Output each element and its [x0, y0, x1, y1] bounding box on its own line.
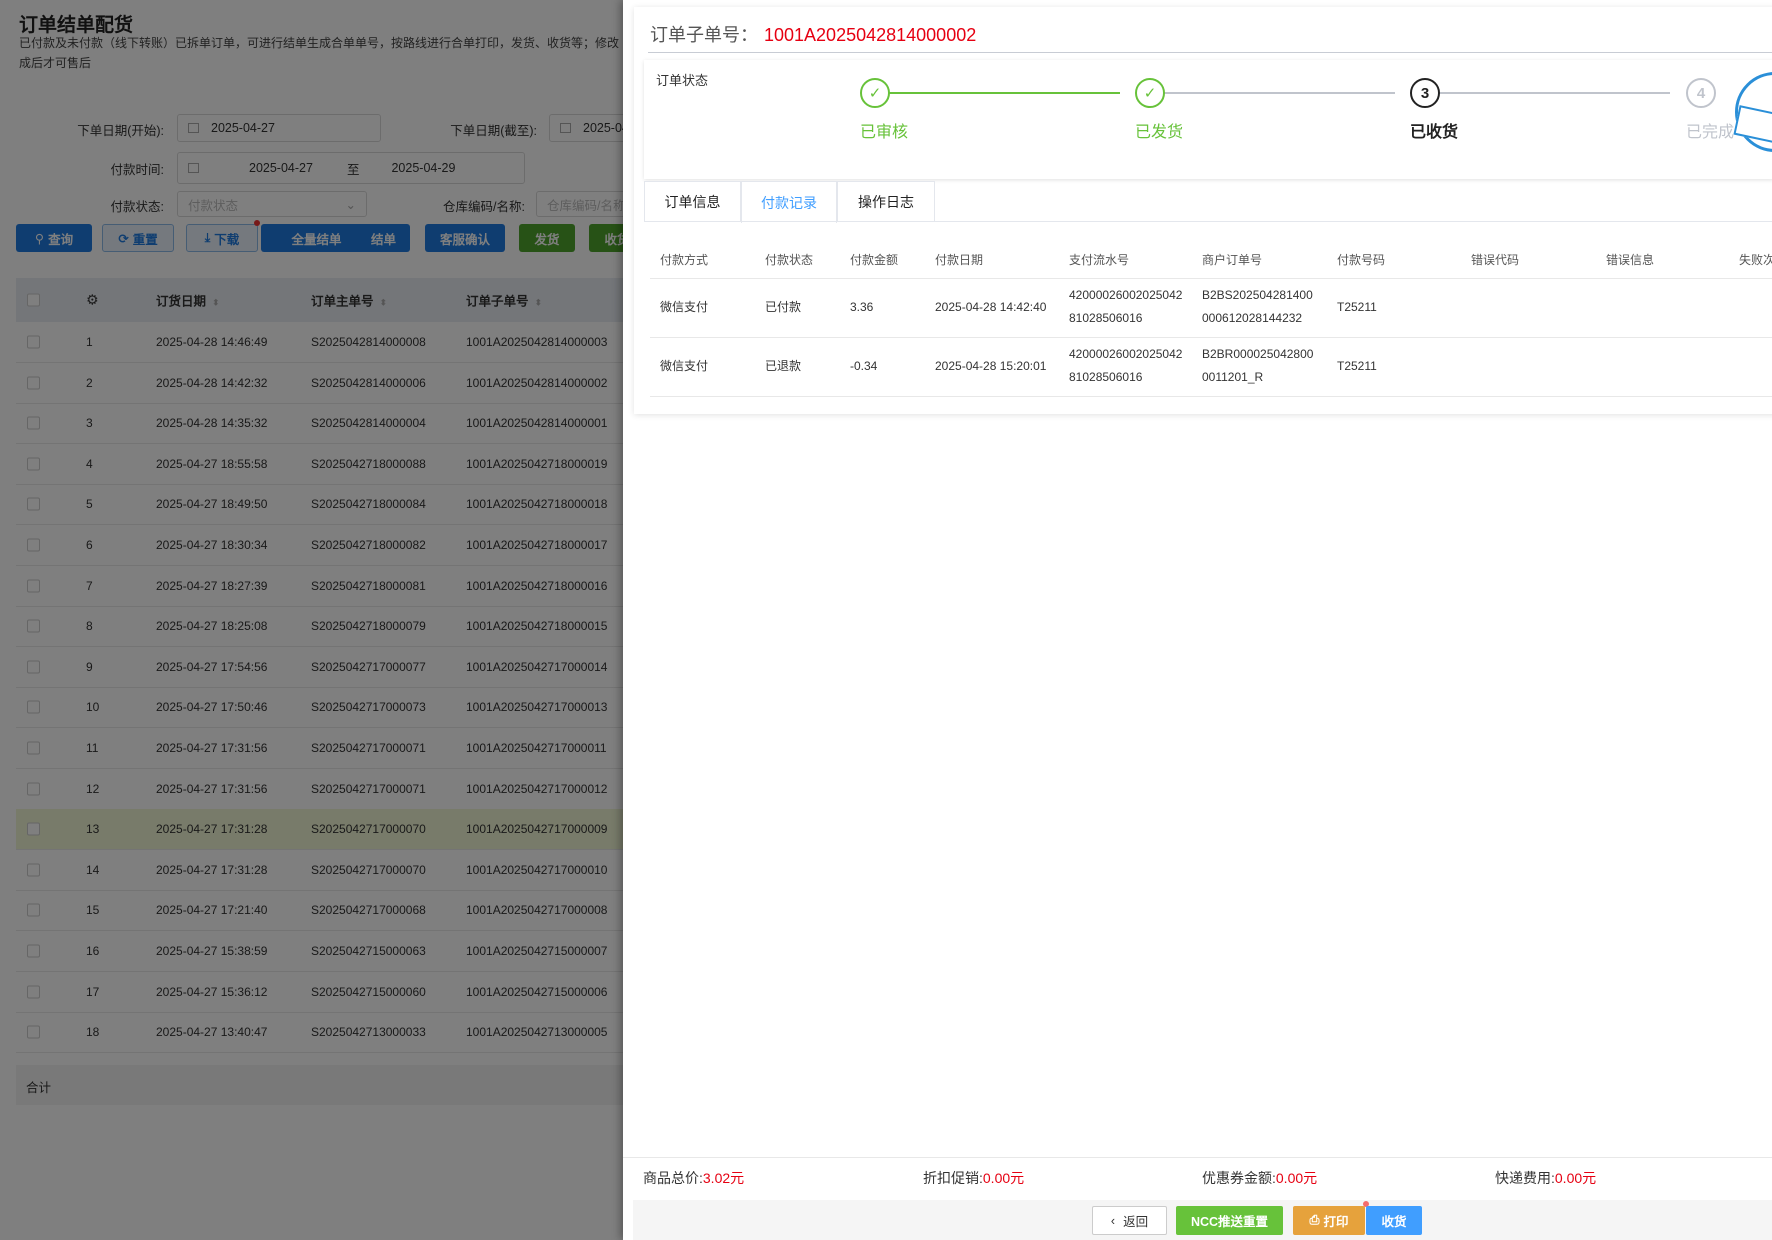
order-no-value: 1001A2025042814000002 — [764, 25, 977, 45]
pay-cell: 已退款 — [765, 359, 802, 373]
tab-1[interactable]: 订单信息 — [644, 181, 741, 222]
tabs-divider — [644, 221, 1772, 222]
step-label: 已审核 — [860, 124, 909, 141]
summary-value: 3.02元 — [702, 1170, 745, 1186]
pay-cell: 已付款 — [765, 300, 802, 314]
pay-cell: 42000026002025042 81028506016 — [1069, 347, 1183, 384]
pay-col-header: 付款金额 — [850, 253, 899, 267]
step-4: 4 — [1686, 78, 1716, 108]
order-no-heading: 订单子单号： 1001A2025042814000002 — [650, 21, 976, 47]
pay-col-header: 付款日期 — [935, 253, 984, 267]
step-line — [1425, 92, 1670, 94]
pay-cell: 2025-04-28 15:20:01 — [935, 359, 1047, 373]
pay-cell: 微信支付 — [660, 300, 709, 314]
summary-label: 商品总价: — [643, 1170, 703, 1186]
pay-col-header: 失败次 — [1739, 253, 1772, 267]
check-icon: ✓ — [1135, 78, 1165, 108]
status-label: 订单状态 — [656, 73, 709, 88]
back-button[interactable]: ‹ 返回 — [1092, 1206, 1167, 1235]
summary-item: 商品总价:3.02元 — [643, 1168, 744, 1188]
step-label: 已收货 — [1410, 124, 1459, 141]
back-label: 返回 — [1123, 1215, 1149, 1229]
divider — [650, 278, 1772, 279]
pay-col-header: 付款方式 — [660, 253, 709, 267]
tab-3[interactable]: 操作日志 — [837, 181, 935, 222]
order-no-label: 订单子单号： — [650, 25, 758, 45]
printer-icon: ⎙ — [1309, 1213, 1320, 1227]
tab-2[interactable]: 付款记录 — [741, 181, 837, 223]
summary-label: 快递费用: — [1495, 1170, 1555, 1186]
divider — [650, 396, 1772, 397]
pay-cell: 3.36 — [850, 300, 874, 314]
pay-cell: T25211 — [1337, 300, 1377, 314]
summary-label: 折扣促销: — [923, 1170, 983, 1186]
pay-col-header: 错误代码 — [1471, 253, 1520, 267]
summary-value: 0.00元 — [1554, 1170, 1597, 1186]
status-panel — [644, 60, 1772, 179]
step-line-done — [875, 92, 1120, 94]
print-button[interactable]: ⎙ 打印 — [1293, 1206, 1365, 1235]
pay-col-header: 商户订单号 — [1202, 253, 1263, 267]
summary-label: 优惠券金额: — [1202, 1170, 1276, 1186]
summary-item: 快递费用:0.00元 — [1495, 1168, 1596, 1188]
ncc-reset-button[interactable]: NCC推送重置 — [1176, 1206, 1283, 1235]
pay-cell: T25211 — [1337, 359, 1377, 373]
divider — [623, 1157, 1772, 1158]
summary-value: 0.00元 — [1275, 1170, 1318, 1186]
divider — [650, 337, 1772, 338]
pay-cell: 42000026002025042 81028506016 — [1069, 288, 1183, 325]
step-label: 已完成 — [1686, 124, 1735, 141]
receive-confirm-button[interactable]: 收货 — [1366, 1206, 1422, 1235]
summary-value: 0.00元 — [982, 1170, 1025, 1186]
divider — [648, 52, 1772, 53]
summary-item: 优惠券金额:0.00元 — [1202, 1168, 1317, 1188]
step-3: 3 — [1410, 78, 1440, 108]
summary-item: 折扣促销:0.00元 — [923, 1168, 1024, 1188]
pay-col-header: 错误信息 — [1606, 253, 1655, 267]
step-line — [1150, 92, 1395, 94]
pay-cell: 微信支付 — [660, 359, 709, 373]
print-label: 打印 — [1323, 1215, 1349, 1229]
pay-cell: -0.34 — [850, 359, 878, 373]
pay-col-header: 支付流水号 — [1069, 253, 1130, 267]
pay-col-header: 付款号码 — [1337, 253, 1386, 267]
check-icon: ✓ — [860, 78, 890, 108]
modal-overlay[interactable] — [0, 0, 623, 1240]
pay-cell: B2BS202504281400 000612028144232 — [1202, 288, 1313, 325]
pay-col-header: 付款状态 — [765, 253, 814, 267]
step-label: 已发货 — [1135, 124, 1184, 141]
pay-cell: B2BR000025042800 0011201_R — [1202, 347, 1314, 384]
pay-cell: 2025-04-28 14:42:40 — [935, 300, 1047, 314]
order-detail-drawer: 订单子单号： 1001A2025042814000002 订单状态 ✓ 已审核 ✓ 已发… — [623, 0, 1772, 1240]
chevron-left-icon: ‹ — [1110, 1213, 1116, 1228]
